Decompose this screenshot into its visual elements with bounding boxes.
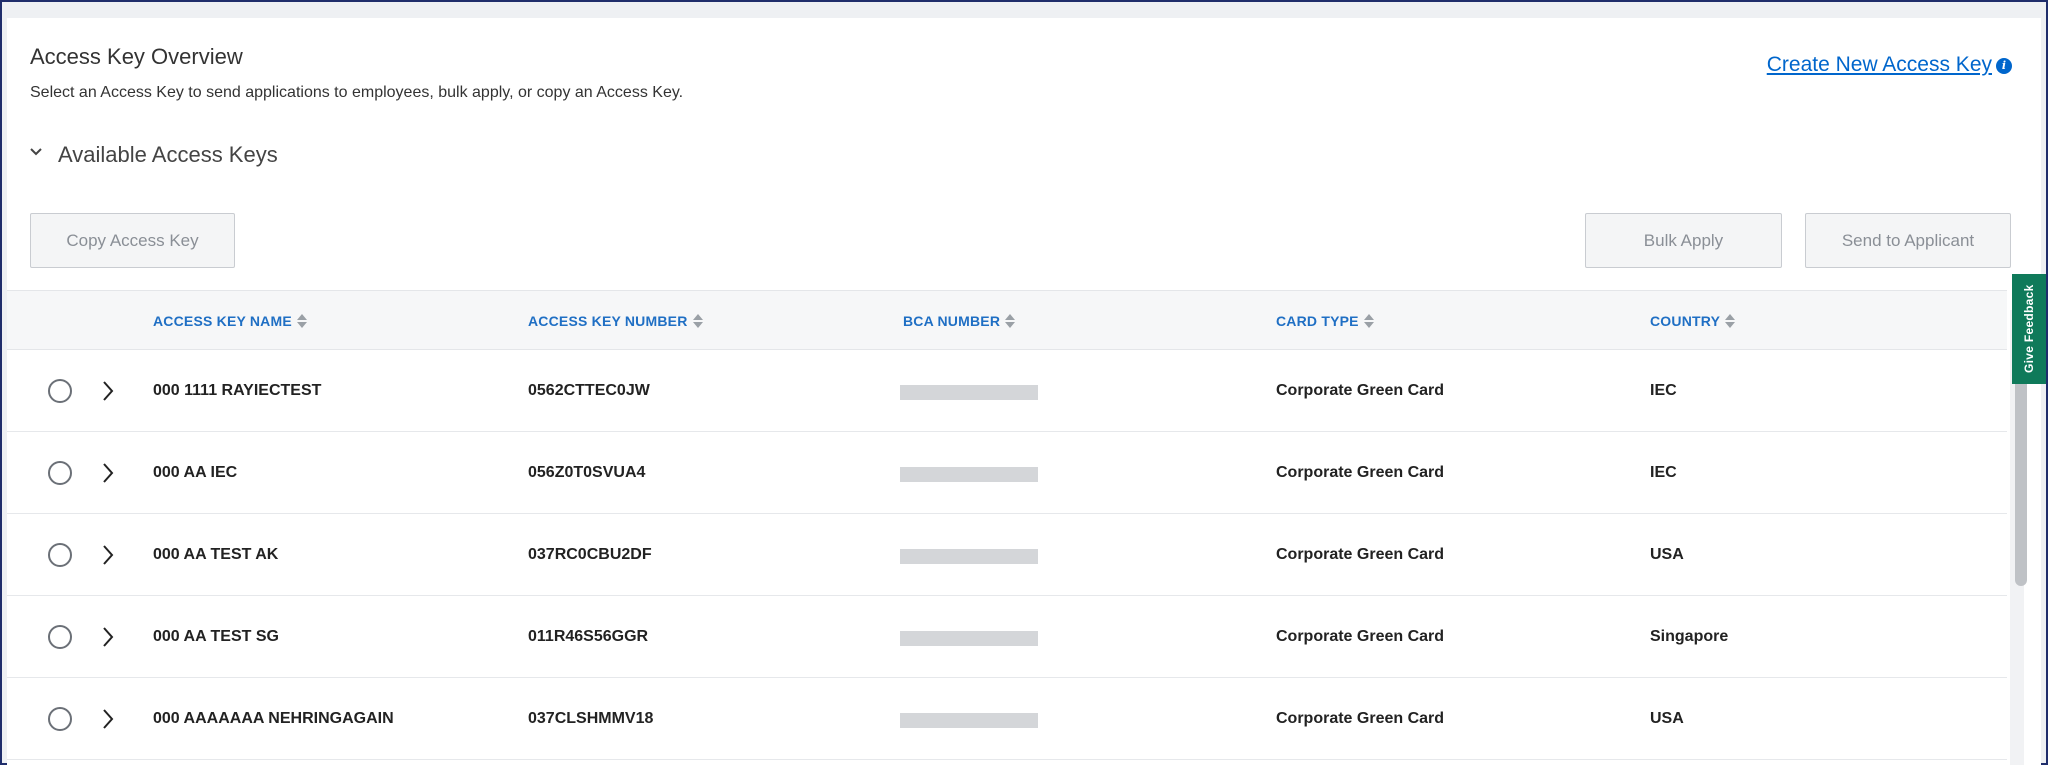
sort-icon bbox=[692, 314, 703, 328]
table-row: 000 AA TEST AK 037RC0CBU2DF Corporate Gr… bbox=[7, 514, 2007, 596]
card-type: Corporate Green Card bbox=[1276, 546, 1445, 563]
access-key-number: 037CLSHMMV18 bbox=[528, 710, 654, 727]
card-type: Corporate Green Card bbox=[1276, 382, 1445, 399]
access-key-name: 000 AA IEC bbox=[153, 464, 238, 481]
chevron-right-icon[interactable] bbox=[100, 625, 116, 649]
row-select-radio[interactable] bbox=[48, 461, 72, 485]
access-keys-table: ACCESS KEY NAME ACCESS KEY NUMBER BCA NU… bbox=[7, 290, 2007, 760]
page-subtitle: Select an Access Key to send application… bbox=[30, 84, 684, 101]
row-select-radio[interactable] bbox=[48, 379, 72, 403]
table-row: 000 1111 RAYIECTEST 0562CTTEC0JW Corpora… bbox=[7, 350, 2007, 432]
column-header-bca-number[interactable]: BCA NUMBER bbox=[903, 291, 1016, 351]
chevron-right-icon[interactable] bbox=[100, 379, 116, 403]
access-key-name: 000 AA TEST AK bbox=[153, 546, 279, 563]
country: IEC bbox=[1650, 382, 1677, 399]
card-type: Corporate Green Card bbox=[1276, 710, 1445, 727]
window-frame: Access Key Overview Select an Access Key… bbox=[0, 0, 2048, 765]
page-title: Access Key Overview bbox=[30, 44, 243, 69]
row-select-radio[interactable] bbox=[48, 707, 72, 731]
sort-icon bbox=[296, 314, 307, 328]
access-key-number: 056Z0T0SVUA4 bbox=[528, 464, 646, 481]
chevron-right-icon[interactable] bbox=[100, 461, 116, 485]
bulk-apply-button[interactable]: Bulk Apply bbox=[1585, 213, 1782, 268]
card-type: Corporate Green Card bbox=[1276, 628, 1445, 645]
country: Singapore bbox=[1650, 628, 1729, 645]
access-key-number: 037RC0CBU2DF bbox=[528, 546, 652, 563]
access-key-number: 0562CTTEC0JW bbox=[528, 382, 650, 399]
row-select-radio[interactable] bbox=[48, 543, 72, 567]
row-select-radio[interactable] bbox=[48, 625, 72, 649]
access-key-name: 000 1111 RAYIECTEST bbox=[153, 382, 322, 399]
column-header-country[interactable]: COUNTRY bbox=[1650, 291, 1736, 351]
table-header: ACCESS KEY NAME ACCESS KEY NUMBER BCA NU… bbox=[7, 290, 2007, 350]
access-key-panel: Access Key Overview Select an Access Key… bbox=[7, 18, 2041, 765]
section-label: Available Access Keys bbox=[58, 142, 278, 167]
access-key-name: 000 AA TEST SG bbox=[153, 628, 279, 645]
table-row: 000 AA IEC 056Z0T0SVUA4 Corporate Green … bbox=[7, 432, 2007, 514]
country: IEC bbox=[1650, 464, 1677, 481]
sort-icon bbox=[1005, 314, 1016, 328]
send-to-applicant-button[interactable]: Send to Applicant bbox=[1805, 213, 2011, 268]
table-row: 000 AAAAAAA NEHRINGAGAIN 037CLSHMMV18 Co… bbox=[7, 678, 2007, 760]
chevron-right-icon[interactable] bbox=[100, 543, 116, 567]
bca-number-redacted bbox=[900, 467, 1038, 482]
chevron-right-icon[interactable] bbox=[100, 707, 116, 731]
table-row: 000 AA TEST SG 011R46S56GGR Corporate Gr… bbox=[7, 596, 2007, 678]
bca-number-redacted bbox=[900, 631, 1038, 646]
column-header-access-key-name[interactable]: ACCESS KEY NAME bbox=[153, 291, 307, 351]
sort-icon bbox=[1725, 314, 1736, 328]
access-key-number: 011R46S56GGR bbox=[528, 628, 649, 645]
give-feedback-tab[interactable]: Give Feedback bbox=[2012, 274, 2046, 384]
available-access-keys-toggle[interactable]: Available Access Keys bbox=[30, 142, 278, 168]
country: USA bbox=[1650, 546, 1684, 563]
info-icon[interactable]: i bbox=[1996, 58, 2012, 74]
country: USA bbox=[1650, 710, 1684, 727]
access-key-name: 000 AAAAAAA NEHRINGAGAIN bbox=[153, 710, 394, 727]
bca-number-redacted bbox=[900, 549, 1038, 564]
column-header-access-key-number[interactable]: ACCESS KEY NUMBER bbox=[528, 291, 703, 351]
bca-number-redacted bbox=[900, 713, 1038, 728]
create-access-key-link[interactable]: Create New Access Key bbox=[1767, 53, 1992, 77]
card-type: Corporate Green Card bbox=[1276, 464, 1445, 481]
copy-access-key-button[interactable]: Copy Access Key bbox=[30, 213, 235, 268]
column-header-card-type[interactable]: CARD TYPE bbox=[1276, 291, 1374, 351]
chevron-down-icon bbox=[30, 148, 42, 156]
sort-icon bbox=[1363, 314, 1374, 328]
bca-number-redacted bbox=[900, 385, 1038, 400]
